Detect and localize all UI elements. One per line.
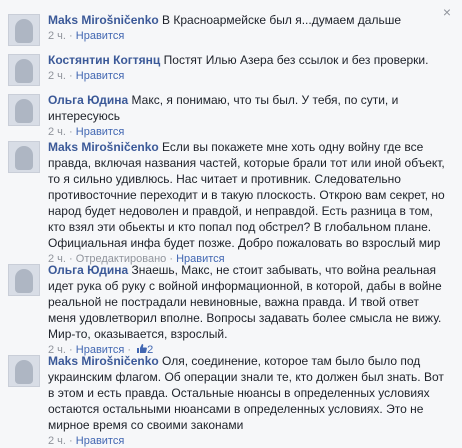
timestamp[interactable]: 2 ч. <box>48 435 66 447</box>
like-link[interactable]: Нравится <box>76 70 125 82</box>
avatar[interactable] <box>8 14 40 46</box>
author-name[interactable]: Maks Mirošničenko <box>48 354 159 368</box>
comment-body: Maks Mirošničenko В Красноармейске был я… <box>48 12 448 43</box>
avatar[interactable] <box>8 94 40 126</box>
separator: · <box>69 30 73 42</box>
comment-meta: 2 ч. · Нравится <box>48 125 448 139</box>
comment-meta: 2 ч. · Нравится <box>48 434 448 448</box>
separator: · <box>69 435 73 447</box>
like-link[interactable]: Нравится <box>76 30 125 42</box>
separator: · <box>69 126 73 138</box>
comment-body: Ольга Юдина Знаешь, Макс, не стоит забыв… <box>48 262 448 357</box>
avatar[interactable] <box>8 141 40 173</box>
comment-feed: × Maks Mirošničenko В Красноармейске был… <box>0 0 462 447</box>
comment-text: В Красноармейске был я...думаем дальше <box>162 13 402 27</box>
avatar[interactable] <box>8 54 40 86</box>
timestamp[interactable]: 2 ч. <box>48 30 66 42</box>
like-link[interactable]: Нравится <box>76 126 125 138</box>
author-name[interactable]: Ольга Юдина <box>48 263 128 277</box>
timestamp[interactable]: 2 ч. <box>48 126 66 138</box>
comment-text: Постят Илью Азера без ссылок и без прове… <box>163 53 429 67</box>
author-name[interactable]: Maks Mirošničenko <box>48 140 159 154</box>
like-link[interactable]: Нравится <box>76 435 125 447</box>
author-name[interactable]: Ольга Юдина <box>48 93 128 107</box>
avatar[interactable] <box>8 264 40 296</box>
comment-body: Ольга Юдина Макс, я понимаю, что ты был.… <box>48 92 448 139</box>
comment-body: Костянтин Когтянц Постят Илью Азера без … <box>48 52 448 83</box>
comment-body: Maks Mirošničenko Оля, соединение, котор… <box>48 353 448 448</box>
separator: · <box>69 70 73 82</box>
comment-body: Maks Mirošničenko Если вы покажете мне х… <box>48 139 448 266</box>
timestamp[interactable]: 2 ч. <box>48 70 66 82</box>
comment-text: Если вы покажете мне хоть одну войну где… <box>48 140 445 250</box>
comment-meta: 2 ч. · Нравится <box>48 69 448 83</box>
author-name[interactable]: Maks Mirošničenko <box>48 13 159 27</box>
comment-meta: 2 ч. · Нравится <box>48 29 448 43</box>
avatar[interactable] <box>8 355 40 387</box>
author-name[interactable]: Костянтин Когтянц <box>48 53 160 67</box>
